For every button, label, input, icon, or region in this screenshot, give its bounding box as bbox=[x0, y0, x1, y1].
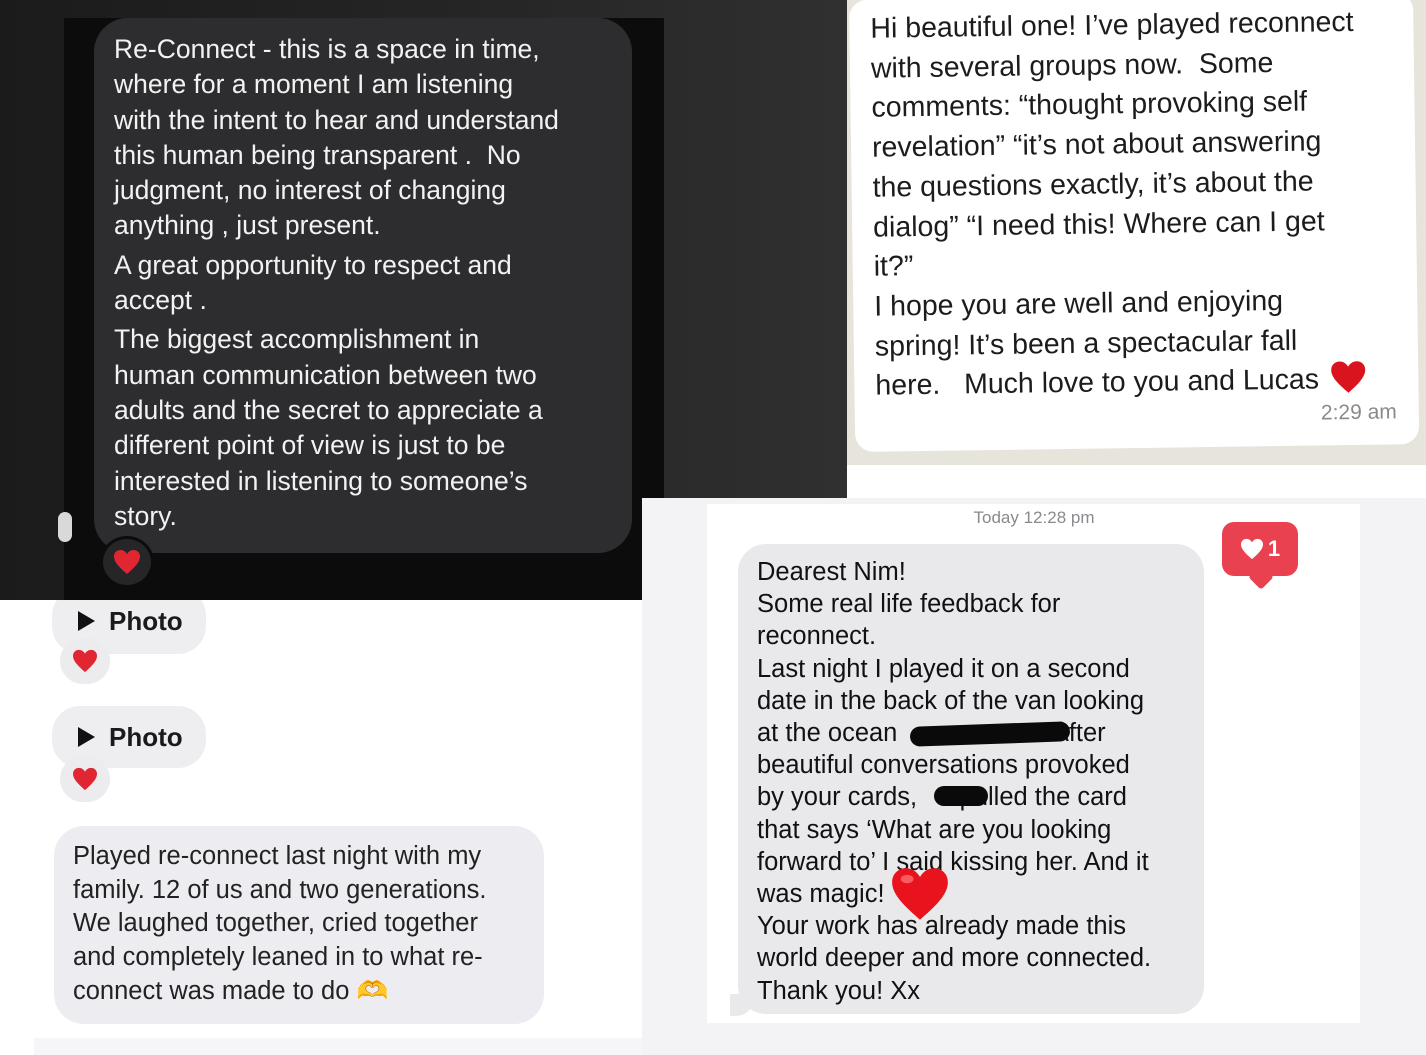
heart-icon bbox=[892, 868, 948, 920]
message-line: was magic! bbox=[757, 880, 885, 909]
heart-emoji bbox=[890, 866, 950, 927]
message-time: 2:29 am bbox=[1320, 400, 1397, 425]
message-text: Played re-connect last night with my fam… bbox=[73, 842, 487, 1005]
play-icon bbox=[78, 727, 95, 747]
divider bbox=[34, 1038, 642, 1055]
whatsapp-message-panel: Hi beautiful one! I’ve played reconnect … bbox=[847, 0, 1426, 498]
photo-label: Photo bbox=[109, 605, 183, 636]
message-line: that says ‘What are you looking bbox=[757, 815, 1112, 844]
message-line: Some real life feedback for bbox=[757, 590, 1061, 619]
play-icon bbox=[78, 611, 95, 631]
message-line: date in the back of the van looking bbox=[757, 686, 1145, 715]
timestamp: Today 12:28 pm bbox=[973, 508, 1095, 527]
message-bubble[interactable]: Dearest Nim! Some real life feedback for… bbox=[738, 544, 1204, 1014]
heart-reaction[interactable] bbox=[60, 638, 110, 684]
heart-reaction[interactable] bbox=[100, 536, 154, 588]
message-bubble[interactable]: Played re-connect last night with my fam… bbox=[54, 826, 544, 1024]
message-line: beautiful conversations provoked bbox=[757, 751, 1130, 780]
heart-icon bbox=[73, 649, 97, 673]
heart-icon bbox=[1329, 361, 1367, 396]
heart-icon bbox=[73, 767, 97, 791]
message-line: Your work has already made this bbox=[757, 912, 1127, 941]
message-paragraph: I hope you are well and enjoying spring!… bbox=[874, 280, 1397, 406]
avatar bbox=[58, 512, 72, 542]
message-paragraph: The biggest accomplishment in human comm… bbox=[114, 324, 543, 531]
message-line: reconnect. bbox=[757, 622, 877, 651]
message-line: Dearest Nim! bbox=[757, 558, 906, 586]
like-count: 1 bbox=[1267, 536, 1281, 561]
message-bubble[interactable]: Hi beautiful one! I’ve played reconnect … bbox=[849, 0, 1420, 452]
redaction-mark bbox=[934, 786, 988, 806]
imessage-panel: Today 12:28 pm Dearest Nim! Some real li… bbox=[642, 498, 1426, 1055]
photo-label: Photo bbox=[109, 721, 183, 752]
family-message-panel: Photo Photo Played re-connect last night… bbox=[0, 600, 642, 1055]
message-line: Last night I played it on a second bbox=[757, 654, 1130, 683]
message-paragraph: A great opportunity to respect and accep… bbox=[114, 249, 512, 316]
message-line: forward to’ I said kissing her. And it bbox=[757, 847, 1149, 876]
message-paragraph: Re-Connect - this is a space in time, wh… bbox=[114, 34, 559, 241]
message-paragraph: Hi beautiful one! I’ve played reconnect … bbox=[870, 5, 1354, 283]
like-reaction-badge[interactable]: 1 bbox=[1222, 522, 1298, 576]
message-line: world deeper and more connected. bbox=[757, 944, 1152, 973]
heart-reaction[interactable] bbox=[60, 756, 110, 802]
message-bubble[interactable]: Re-Connect - this is a space in time, wh… bbox=[94, 18, 632, 553]
heart-hands-emoji: 🫶 bbox=[356, 976, 389, 1005]
message-line: Thank you! Xx bbox=[757, 976, 920, 1005]
heart-icon bbox=[1240, 538, 1263, 560]
heart-icon bbox=[114, 550, 140, 574]
